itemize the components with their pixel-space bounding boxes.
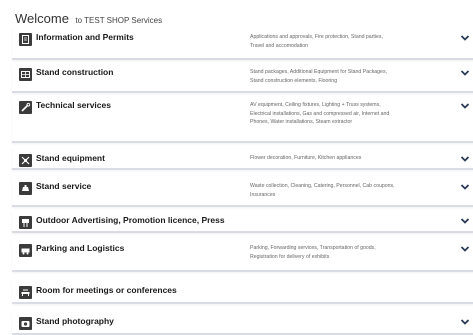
parking-icon xyxy=(19,244,32,257)
meeting-room-icon xyxy=(19,286,32,299)
chevron-down-icon[interactable] xyxy=(460,155,470,163)
page-title: Welcome xyxy=(15,11,69,26)
service-title: Stand construction xyxy=(36,67,114,77)
page-header: Welcome to TEST SHOP Services xyxy=(15,10,162,28)
chevron-down-icon[interactable] xyxy=(460,183,470,191)
service-title: Technical services xyxy=(36,100,111,110)
chevron-down-icon[interactable] xyxy=(460,318,470,326)
service-title: Parking and Logistics xyxy=(36,243,125,253)
service-card-stand-photography[interactable]: Stand photography xyxy=(12,311,473,335)
permits-icon xyxy=(19,33,32,46)
service-card-stand-equipment[interactable]: Stand equipment Flower decoration, Furni… xyxy=(12,148,473,170)
equipment-icon xyxy=(19,154,32,167)
service-card-stand-construction[interactable]: Stand construction Stand packages, Addit… xyxy=(12,62,473,93)
service-title: Outdoor Advertising, Promotion licence, … xyxy=(36,215,225,225)
service-description: AV equipment, Ceiling fixtures, Lighting… xyxy=(250,102,390,125)
camera-icon xyxy=(19,317,32,330)
service-icon xyxy=(19,182,32,195)
advertising-icon xyxy=(19,216,32,229)
service-description: Applications and approvals, Fire protect… xyxy=(250,34,383,49)
tools-icon xyxy=(19,101,32,114)
service-title: Stand equipment xyxy=(36,153,105,163)
service-title: Stand service xyxy=(36,181,92,191)
service-card-stand-service[interactable]: Stand service Waste collection, Cleaning… xyxy=(12,176,473,207)
chevron-down-icon[interactable] xyxy=(460,217,470,225)
service-title: Stand photography xyxy=(36,316,114,326)
service-description: Parking, Forwarding services, Transporta… xyxy=(250,245,376,260)
service-card-meeting-rooms[interactable]: Room for meetings or conferences xyxy=(12,280,473,304)
chevron-down-icon[interactable] xyxy=(460,69,470,77)
service-card-information-permits[interactable]: Information and Permits Applications and… xyxy=(12,27,473,60)
service-card-outdoor-advertising[interactable]: Outdoor Advertising, Promotion licence, … xyxy=(12,210,473,233)
service-description: Flower decoration, Furniture, Kitchen ap… xyxy=(250,155,362,161)
stand-construction-icon xyxy=(19,68,32,81)
service-title: Information and Permits xyxy=(36,32,134,42)
chevron-down-icon[interactable] xyxy=(460,34,470,42)
service-description: Waste collection, Cleaning, Catering, Pe… xyxy=(250,183,395,198)
chevron-down-icon[interactable] xyxy=(460,102,470,110)
chevron-down-icon[interactable] xyxy=(460,245,470,253)
service-card-technical-services[interactable]: Technical services AV equipment, Ceiling… xyxy=(12,95,473,143)
service-title: Room for meetings or conferences xyxy=(36,285,177,295)
service-card-parking-logistics[interactable]: Parking and Logistics Parking, Forwardin… xyxy=(12,238,473,272)
service-description: Stand packages, Additional Equipment for… xyxy=(250,69,387,84)
page-subtitle: to TEST SHOP Services xyxy=(75,16,163,25)
